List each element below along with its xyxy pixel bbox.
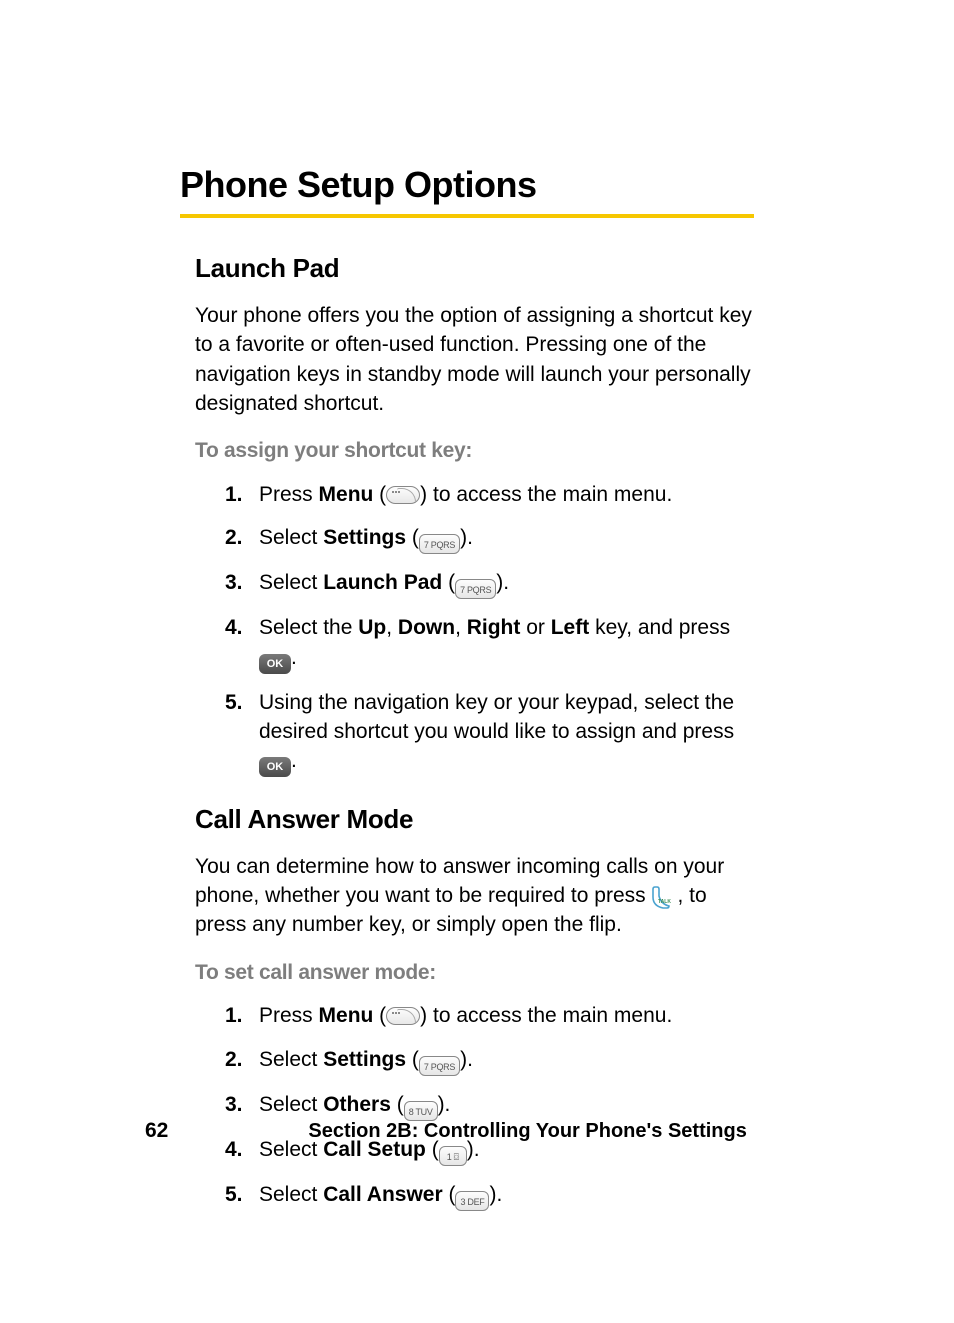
call-answer-intro: You can determine how to answer incoming… (195, 852, 754, 940)
step-bold: Settings (323, 1048, 406, 1071)
step-text: Select the (259, 616, 358, 639)
step-number: 3. (225, 1090, 243, 1119)
keypad-7-icon: 7 PQRS (419, 1056, 460, 1076)
step-text: Press (259, 1004, 319, 1027)
list-item: 5. Using the navigation key or your keyp… (225, 688, 754, 778)
step-text: Using the navigation key or your keypad,… (259, 691, 734, 743)
page-title: Phone Setup Options (180, 160, 754, 210)
keypad-1-icon: 1 ⌼ (439, 1146, 467, 1166)
launch-pad-steps: 1. Press Menu () to access the main menu… (225, 480, 754, 778)
page-footer: 62 Section 2B: Controlling Your Phone's … (0, 1116, 954, 1145)
call-answer-steps: 1. Press Menu () to access the main menu… (225, 1001, 754, 1210)
heading-underline (180, 214, 754, 218)
step-text: , (386, 616, 398, 639)
list-item: 1. Press Menu ( ) to access the main menu… (225, 1001, 754, 1030)
menu-key-icon (386, 1007, 420, 1025)
step-bold: Menu (319, 483, 374, 506)
step-bold: Settings (323, 526, 406, 549)
keypad-7-icon: 7 PQRS (455, 579, 496, 599)
section-call-answer: Call Answer Mode You can determine how t… (195, 801, 754, 1210)
step-text: , (455, 616, 467, 639)
list-item: 1. Press Menu ( ) to access the main menu… (225, 480, 754, 509)
step-text: ). (460, 1048, 473, 1071)
manual-page: Phone Setup Options Launch Pad Your phon… (0, 0, 954, 1323)
step-text: Select (259, 571, 323, 594)
launch-pad-intro: Your phone offers you the option of assi… (195, 301, 754, 419)
list-item: 3. Select Launch Pad (7 PQRS). (225, 568, 754, 599)
list-item: 2. Select Settings (7 PQRS). (225, 1045, 754, 1076)
step-text: ). (496, 571, 509, 594)
ok-key-icon: OK (259, 757, 291, 777)
step-number: 1. (225, 480, 243, 509)
step-text: ( (406, 1048, 419, 1071)
footer-section-label: Section 2B: Controlling Your Phone's Set… (308, 1117, 747, 1145)
step-text: ( (443, 1183, 456, 1206)
step-text: ) to access the main menu. (420, 1004, 672, 1027)
step-text: ( (442, 571, 455, 594)
step-text: Select (259, 526, 323, 549)
step-text: Select (259, 1048, 323, 1071)
list-item: 5. Select Call Answer (3 DEF). (225, 1180, 754, 1211)
step-number: 5. (225, 688, 243, 717)
step-text: ( (373, 1004, 386, 1027)
step-bold: Up (358, 616, 386, 639)
step-number: 2. (225, 523, 243, 552)
step-text: . (291, 646, 297, 669)
step-text: Press (259, 483, 319, 506)
step-text: ) to access the main menu. (420, 483, 672, 506)
step-text: ). (438, 1093, 451, 1116)
launch-pad-heading: Launch Pad (195, 250, 754, 286)
list-item: 4. Select the Up, Down, Right or Left ke… (225, 613, 754, 673)
step-number: 4. (225, 613, 243, 642)
step-bold: Others (323, 1093, 391, 1116)
step-number: 2. (225, 1045, 243, 1074)
keypad-3-icon: 3 DEF (455, 1191, 489, 1211)
step-text: or (520, 616, 550, 639)
step-text: Select (259, 1093, 323, 1116)
section-launch-pad: Launch Pad Your phone offers you the opt… (195, 250, 754, 777)
launch-pad-lead: To assign your shortcut key: (195, 436, 754, 465)
step-bold: Launch Pad (323, 571, 442, 594)
page-number: 62 (145, 1116, 168, 1145)
step-text: ). (489, 1183, 502, 1206)
call-answer-lead: To set call answer mode: (195, 958, 754, 987)
menu-key-icon (386, 486, 420, 504)
step-number: 1. (225, 1001, 243, 1030)
step-bold: Call Answer (323, 1183, 442, 1206)
step-text: Select (259, 1183, 323, 1206)
step-bold: Menu (319, 1004, 374, 1027)
list-item: 2. Select Settings (7 PQRS). (225, 523, 754, 554)
step-text: ( (406, 526, 419, 549)
step-bold: Down (398, 616, 455, 639)
talk-key-icon: TALK (651, 884, 677, 910)
svg-text:TALK: TALK (658, 899, 671, 905)
keypad-7-icon: 7 PQRS (419, 534, 460, 554)
call-answer-heading: Call Answer Mode (195, 801, 754, 837)
step-number: 5. (225, 1180, 243, 1209)
step-text: ). (460, 526, 473, 549)
step-text: key, and press (589, 616, 730, 639)
step-bold: Right (467, 616, 521, 639)
step-text: ( (391, 1093, 404, 1116)
ok-key-icon: OK (259, 654, 291, 674)
step-text: ( (373, 483, 386, 506)
intro-text: You can determine how to answer incoming… (195, 855, 724, 907)
step-bold: Left (551, 616, 590, 639)
step-text: . (291, 749, 297, 772)
step-number: 3. (225, 568, 243, 597)
